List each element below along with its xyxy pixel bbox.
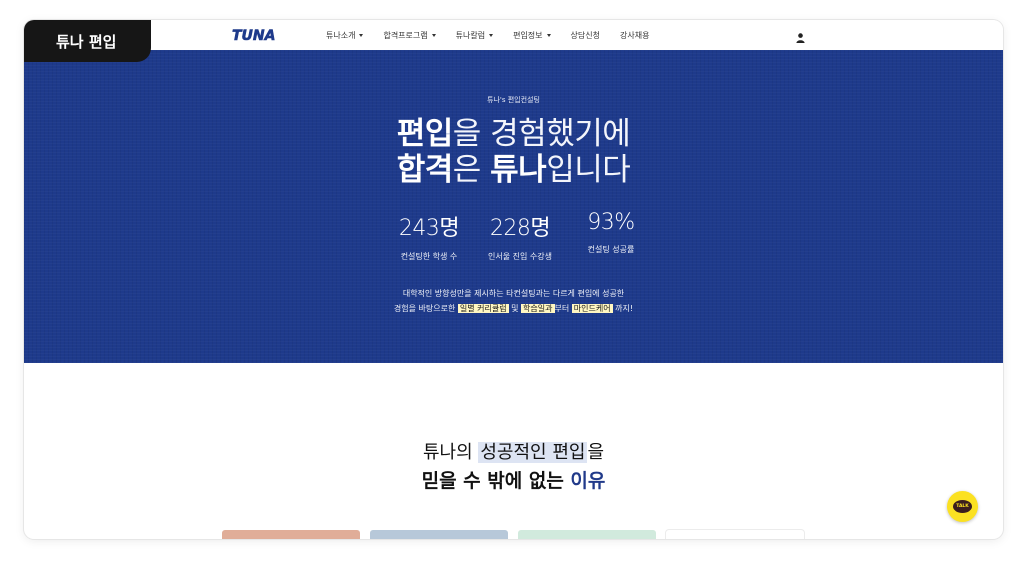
brand-tab[interactable]: 튜나 편입 — [24, 20, 151, 62]
stat-in-seoul: 228명 인서울 진입 수강생 — [475, 210, 565, 262]
headline-text: 을 경험했기에 — [452, 116, 631, 152]
kakao-talk-button[interactable]: TALK — [947, 491, 978, 522]
nav-item-label: 강사채용 — [619, 30, 650, 40]
headline-text: 은 — [452, 152, 491, 188]
tuna-logo[interactable]: TUNA — [232, 25, 276, 45]
hero-eyebrow: 튜나's 편입컨설팅 — [487, 96, 540, 104]
reason-cards-row — [222, 530, 814, 539]
stat-students: 243명 컨설팅한 학생 수 — [384, 210, 474, 262]
nav-item-info[interactable]: 편입정보 — [513, 30, 551, 41]
stat-label: 컨설팅 성공률 — [587, 245, 635, 254]
hero-section: 튜나's 편입컨설팅 편입을 경험했기에 합격은 튜나입니다 243명 컨설팅한… — [24, 50, 1003, 363]
caret-down-icon — [431, 33, 436, 37]
talk-label: TALK — [956, 504, 969, 509]
headline-bold: 합격 — [396, 152, 454, 188]
nav-item-label: 상담신청 — [570, 30, 600, 40]
desc-line: 경험을 바탕으로한 일별 커리큘럼 및 학습일과 부터 마인드케어 까지! — [24, 301, 1003, 316]
hero-description: 대학적인 방향성만을 제시하는 타컨설팅과는 다르게 편입에 성공한 경험을 바… — [24, 286, 1003, 316]
main-nav: 튜나소개 합격프로그램 튜나칼럼 편입정보 상담신청 강사채용 — [326, 20, 669, 50]
why-text: 을 — [587, 442, 605, 463]
desc-highlight: 마인드케어 — [571, 304, 613, 313]
desc-text: 및 — [508, 304, 522, 313]
nav-item-recruit[interactable]: 강사채용 — [620, 30, 649, 41]
why-section: 튜나의 성공적인 편입 을 믿을 수 밖에 없는 이유 — [24, 438, 1003, 493]
stat-value: 243명 — [398, 216, 460, 241]
why-title-line2: 믿을 수 밖에 없는 이유 — [24, 466, 1003, 493]
stat-value: 228명 — [489, 216, 551, 241]
reason-card[interactable] — [222, 530, 360, 539]
chat-bubble-icon: TALK — [953, 500, 972, 513]
why-accent: 이유 — [570, 470, 606, 492]
reason-card[interactable] — [518, 530, 656, 539]
headline-bold: 튜나 — [490, 152, 547, 188]
caret-down-icon — [359, 33, 364, 37]
logo-text: TUNA — [232, 28, 275, 44]
desc-highlight: 일별 커리큘럼 — [457, 304, 509, 313]
desc-line: 대학적인 방향성만을 제시하는 타컨설팅과는 다르게 편입에 성공한 — [402, 289, 625, 298]
nav-item-label: 튜나소개 — [326, 30, 356, 40]
stat-success-rate: 93% 컨설팅 성공률 — [566, 210, 656, 262]
desc-highlight: 학습일과 — [521, 304, 555, 313]
nav-item-consult[interactable]: 상담신청 — [571, 30, 600, 41]
nav-item-label: 편입정보 — [513, 30, 543, 40]
reason-card[interactable] — [370, 530, 508, 539]
nav-item-programs[interactable]: 합격프로그램 — [383, 30, 436, 41]
caret-down-icon — [546, 33, 551, 37]
nav-item-label: 튜나칼럼 — [455, 30, 486, 40]
why-text: 믿을 수 밖에 없는 — [421, 470, 571, 492]
desc-text: 까지! — [612, 304, 634, 313]
nav-item-column[interactable]: 튜나칼럼 — [455, 30, 494, 41]
stat-label: 인서울 진입 수강생 — [488, 252, 552, 261]
desc-text: 부터 — [554, 304, 572, 313]
nav-item-intro[interactable]: 튜나소개 — [326, 30, 364, 41]
headline-text: 입니다 — [546, 152, 631, 188]
hero-headline: 편입을 경험했기에 합격은 튜나입니다 — [24, 116, 1003, 188]
caret-down-icon — [489, 33, 494, 37]
nav-item-label: 합격프로그램 — [383, 30, 428, 40]
headline-bold: 편입 — [396, 116, 454, 152]
stat-label: 컨설팅한 학생 수 — [400, 252, 458, 261]
user-icon[interactable] — [796, 28, 805, 47]
hero-stats: 243명 컨설팅한 학생 수 228명 인서울 진입 수강생 93% 컨설팅 성… — [384, 210, 656, 262]
stat-value: 93% — [587, 210, 635, 235]
desc-text: 경험을 바탕으로한 — [393, 304, 458, 313]
why-mark: 성공적인 편입 — [478, 442, 588, 463]
tuna-logo-icon: TUNA — [232, 28, 276, 45]
brand-tab-label: 튜나 편입 — [56, 32, 117, 51]
browser-window: 튜나 편입 TUNA 튜나소개 합격프로그램 튜나칼럼 편입정보 상담신청 강사… — [24, 20, 1003, 539]
reason-card[interactable] — [666, 530, 804, 539]
why-text: 튜나의 — [422, 442, 479, 463]
why-title-line1: 튜나의 성공적인 편입 을 — [24, 438, 1003, 464]
